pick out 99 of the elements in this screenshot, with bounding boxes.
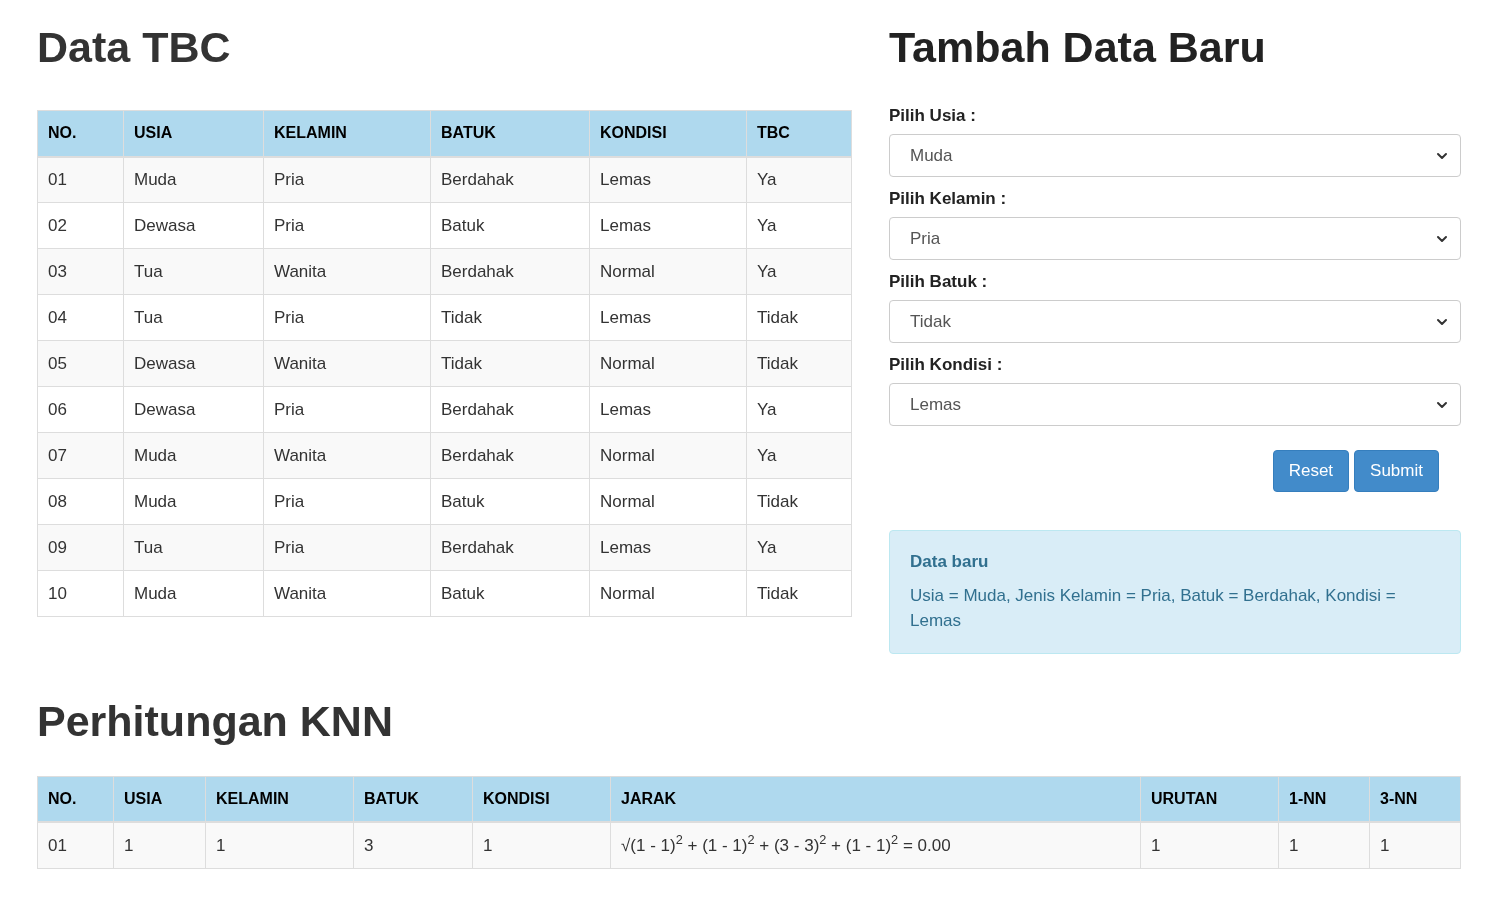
table-cell: Normal [589,478,747,525]
page-heading: Perhitungan KNN [37,695,394,747]
column-header: BATUK [430,110,590,157]
table-cell: 3 [353,822,473,868]
table-cell: 1 [1369,822,1461,868]
table-cell: Muda [123,156,264,203]
column-header: URUTAN [1140,776,1279,822]
table-cell: 1 [113,822,206,868]
table-cell: Lemas [589,524,747,571]
alert-text: Usia = Muda, Jenis Kelamin = Pria, Batuk = Berdahak, Kondisi = Lemas [910,584,1397,632]
table-cell: Berdahak [430,156,590,203]
table-cell: 07 [37,432,124,479]
table-cell: Batuk [430,570,590,617]
table-cell: Pria [263,202,431,249]
table-cell: Muda [123,432,264,479]
table-cell: Wanita [263,340,431,387]
table-cell: Muda [123,478,264,525]
table-cell: 09 [37,524,124,571]
table-cell: Tidak [746,340,852,387]
table-cell: Normal [589,570,747,617]
column-header: USIA [113,776,206,822]
table-cell: 1 [205,822,354,868]
column-header: TBC [746,110,852,157]
table-cell: Batuk [430,478,590,525]
table-cell: Tidak [746,478,852,525]
table-cell: Tidak [746,294,852,341]
table-cell: Pria [263,294,431,341]
table-cell: Tidak [746,570,852,617]
select-field[interactable]: Pria [889,217,1461,260]
table-cell: Lemas [589,386,747,433]
table-cell: Berdahak [430,524,590,571]
table-cell: 05 [37,340,124,387]
table-cell: Ya [746,202,852,249]
table-cell: Tidak [430,340,590,387]
table-cell: Normal [589,248,747,295]
table-cell: 03 [37,248,124,295]
table-cell: Ya [746,156,852,203]
alert-title: Data baru [910,551,990,573]
table-cell: Tua [123,294,264,341]
table-cell: Batuk [430,202,590,249]
table-cell: Ya [746,524,852,571]
table-cell: Ya [746,432,852,479]
table-cell: Pria [263,156,431,203]
field-label: Pilih Kondisi : [889,355,1004,375]
select-field[interactable]: Muda [889,134,1461,177]
table-cell: 01 [37,822,114,868]
select-field[interactable]: Lemas [889,383,1461,426]
table-cell: 01 [37,156,124,203]
column-header: KELAMIN [205,776,354,822]
table-cell: √(1 - 1)$^{2}$ + (1 - 1)$^{2}$ + (3 - 3)$^{2}$ + (1 - 1)$^{2}$ = 0.00 [610,822,1141,868]
table-cell: Muda [123,570,264,617]
table-cell: 1 [1278,822,1370,868]
table-cell: 08 [37,478,124,525]
table-cell: Tidak [430,294,590,341]
table-cell: Dewasa [123,202,264,249]
table-cell: Lemas [589,156,747,203]
page-heading: Tambah Data Baru [889,22,1267,73]
column-header: NO. [37,776,114,822]
table-cell: Lemas [589,202,747,249]
table-cell: 1 [472,822,611,868]
column-header: KONDISI [472,776,611,822]
table-cell: Dewasa [123,386,264,433]
table-cell: Tua [123,248,264,295]
table-cell: Berdahak [430,432,590,479]
submit-button[interactable]: Submit [1354,450,1439,492]
table-cell: Berdahak [430,248,590,295]
field-label: Pilih Usia : [889,106,977,126]
table-cell: 06 [37,386,124,433]
column-header: KONDISI [589,110,747,157]
table-cell: 1 [1140,822,1279,868]
column-header: BATUK [353,776,473,822]
table-cell: Ya [746,386,852,433]
table-cell: Berdahak [430,386,590,433]
table-cell: Wanita [263,570,431,617]
table-cell: Pria [263,524,431,571]
column-header: JARAK [610,776,1141,822]
select-field[interactable]: Tidak [889,300,1461,343]
table-cell: 02 [37,202,124,249]
table-cell: Wanita [263,432,431,479]
field-label: Pilih Kelamin : [889,189,1008,209]
table-cell: Dewasa [123,340,264,387]
reset-button[interactable]: Reset [1272,450,1350,492]
table-cell: Normal [589,340,747,387]
table-cell: Wanita [263,248,431,295]
page-heading: Data TBC [37,22,232,73]
table-cell: Tua [123,524,264,571]
field-label: Pilih Batuk : [889,272,989,292]
table-cell: Lemas [589,294,747,341]
table-cell: Normal [589,432,747,479]
table-cell: Ya [746,248,852,295]
column-header: 1-NN [1278,776,1370,822]
column-header: KELAMIN [263,110,431,157]
table-cell: 10 [37,570,124,617]
column-header: 3-NN [1369,776,1461,822]
table-cell: 04 [37,294,124,341]
column-header: USIA [123,110,264,157]
column-header: NO. [37,110,124,157]
table-cell: Pria [263,478,431,525]
table-cell: Pria [263,386,431,433]
